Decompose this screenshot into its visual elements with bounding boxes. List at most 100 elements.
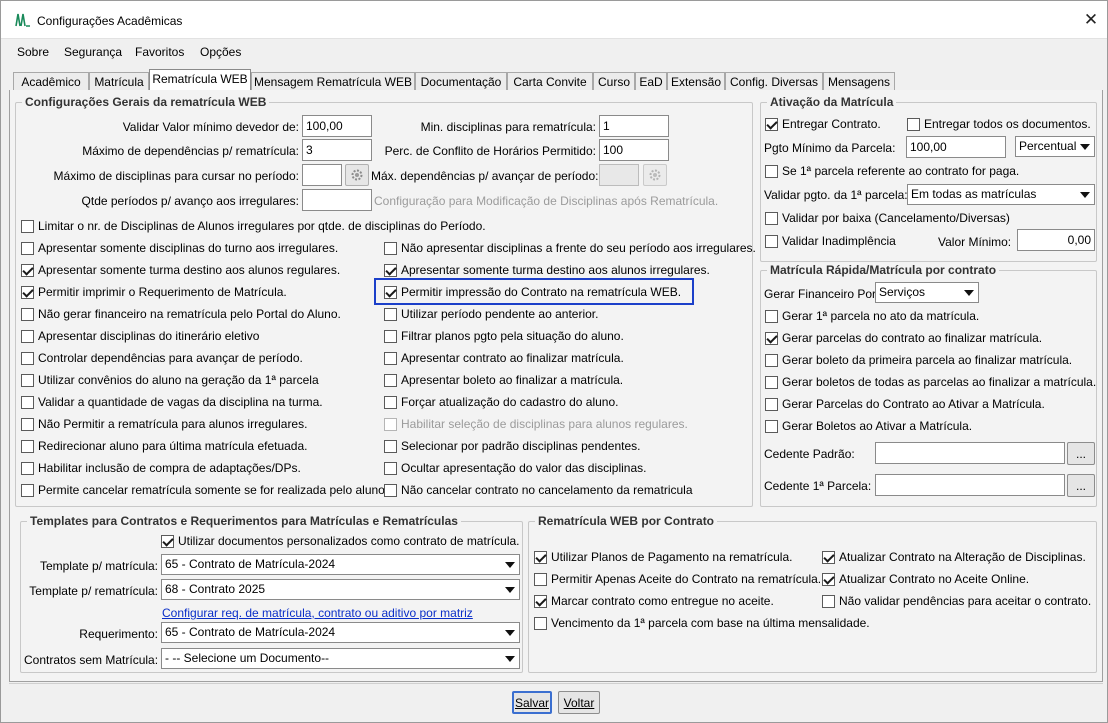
configure-matrix-link[interactable]: Configurar req. de matrícula, contrato o… bbox=[162, 606, 473, 620]
min-value-input[interactable]: 0,00 bbox=[1017, 229, 1095, 251]
menu-favoritos[interactable]: Favoritos bbox=[135, 45, 184, 59]
min-debt-input[interactable]: 100,00 bbox=[302, 115, 372, 137]
qtde-periods-input[interactable] bbox=[302, 189, 372, 211]
footer-bar: Salvar Voltar bbox=[9, 683, 1103, 719]
min-payment-label: Pgto Mínimo da Parcela: bbox=[764, 141, 896, 155]
default-assignor-input[interactable] bbox=[875, 442, 1065, 464]
settings-window: Configurações Acadêmicas ✕ Sobre Seguran… bbox=[0, 0, 1108, 723]
checkbox-box bbox=[21, 264, 34, 277]
checkbox-box bbox=[21, 308, 34, 321]
discipline-modification-label: Configuração para Modificação de Discipl… bbox=[374, 194, 719, 208]
checkbox-box bbox=[384, 440, 397, 453]
first-installment-assignor-input[interactable] bbox=[875, 474, 1065, 496]
select-value: 65 - Contrato de Matrícula-2024 bbox=[165, 557, 336, 571]
title-bar: Configurações Acadêmicas ✕ bbox=[1, 1, 1107, 39]
tab-mensagens[interactable]: Mensagens bbox=[823, 72, 895, 91]
tab-mensagem-rematricula[interactable]: Mensagem Rematrícula WEB bbox=[251, 72, 415, 91]
checkbox-box bbox=[21, 330, 34, 343]
menu-sobre[interactable]: Sobre bbox=[17, 45, 49, 59]
chevron-down-icon bbox=[505, 562, 515, 568]
checkbox-label: Validar Inadimplência bbox=[782, 234, 896, 248]
first-installment-assignor-browse-button[interactable]: ... bbox=[1067, 474, 1095, 497]
checkbox-box bbox=[21, 418, 34, 431]
tab-config-diversas[interactable]: Config. Diversas bbox=[725, 72, 823, 91]
checkbox-label: Gerar boleto da primeira parcela ao fina… bbox=[782, 353, 1073, 367]
checkbox-label: Permite cancelar rematrícula somente se … bbox=[38, 483, 389, 497]
checkbox-box bbox=[822, 595, 835, 608]
max-disciplines-input[interactable] bbox=[302, 164, 342, 186]
checkbox-label: Ocultar apresentação do valor das discip… bbox=[401, 461, 647, 475]
checkbox-box bbox=[21, 242, 34, 255]
quick-enrollment-legend: Matrícula Rápida/Matrícula por contrato bbox=[767, 263, 1000, 277]
checkbox-label: Redirecionar aluno para última matrícula… bbox=[38, 439, 308, 453]
templates-group: Templates para Contratos e Requerimentos… bbox=[20, 514, 523, 673]
checkbox-label: Permitir Apenas Aceite do Contrato na re… bbox=[551, 572, 822, 586]
checkbox-box bbox=[21, 220, 34, 233]
enrollment-template-label: Template p/ matrícula: bbox=[39, 559, 158, 573]
tab-rematricula-web[interactable]: Rematrícula WEB bbox=[149, 69, 251, 92]
checkbox-box bbox=[21, 484, 34, 497]
checkbox-label: Habilitar inclusão de compra de adaptaçõ… bbox=[38, 461, 301, 475]
tab-panel: Configurações Gerais da rematrícula WEB … bbox=[9, 90, 1103, 682]
tab-academico[interactable]: Acadêmico bbox=[13, 72, 89, 91]
back-button[interactable]: Voltar bbox=[558, 691, 600, 714]
generate-financial-select[interactable]: Serviços bbox=[875, 282, 979, 303]
checkbox-label: Não apresentar disciplinas a frente do s… bbox=[401, 241, 756, 255]
checkbox-label: Forçar atualização do cadastro do aluno. bbox=[401, 395, 619, 409]
select-value: Percentual bbox=[1019, 139, 1077, 153]
checkbox-box bbox=[822, 573, 835, 586]
save-button-label: Salvar bbox=[514, 696, 549, 710]
checkbox-label: Não validar pendências para aceitar o co… bbox=[839, 594, 1092, 608]
checkbox-box bbox=[765, 332, 778, 345]
checkbox-box bbox=[384, 330, 397, 343]
tab-documentacao[interactable]: Documentação bbox=[415, 72, 507, 91]
checkbox-box bbox=[21, 396, 34, 409]
max-dependencies-label: Máximo de dependências p/ rematrícula: bbox=[82, 144, 299, 158]
default-assignor-label: Cedente Padrão: bbox=[764, 447, 855, 461]
contracts-without-enrollment-select[interactable]: - -- Selecione um Documento-- bbox=[161, 648, 520, 669]
checkbox-label: Atualizar Contrato no Aceite Online. bbox=[839, 572, 1030, 586]
checkbox-box bbox=[384, 264, 397, 277]
checkbox-label: Selecionar por padrão disciplinas penden… bbox=[401, 439, 641, 453]
tab-curso[interactable]: Curso bbox=[593, 72, 635, 91]
min-disciplines-label: Min. disciplinas para rematrícula: bbox=[420, 120, 596, 134]
checkbox-label: Se 1ª parcela referente ao contrato for … bbox=[782, 164, 1020, 178]
reenrollment-template-select[interactable]: 68 - Contrato 2025 bbox=[161, 579, 520, 600]
max-disciplines-label: Máximo de disciplinas para cursar no per… bbox=[53, 169, 299, 183]
general-settings-legend: Configurações Gerais da rematrícula WEB bbox=[22, 95, 270, 109]
checkbox-box bbox=[907, 118, 920, 131]
back-button-label: Voltar bbox=[563, 696, 595, 710]
checkbox-box bbox=[765, 235, 778, 248]
tab-extensao[interactable]: Extensão bbox=[667, 72, 725, 91]
min-disciplines-input[interactable]: 1 bbox=[599, 115, 669, 137]
default-assignor-browse-button[interactable]: ... bbox=[1067, 442, 1095, 465]
menu-seguranca[interactable]: Segurança bbox=[64, 45, 122, 59]
save-button[interactable]: Salvar bbox=[512, 691, 552, 714]
close-icon[interactable]: ✕ bbox=[1081, 9, 1101, 31]
checkbox-box bbox=[384, 242, 397, 255]
payment-type-select[interactable]: Percentual bbox=[1015, 136, 1095, 157]
checkbox-label: Utilizar convênios do aluno na geração d… bbox=[38, 373, 319, 387]
checkbox-box bbox=[384, 374, 397, 387]
requirement-select[interactable]: 65 - Contrato de Matrícula-2024 bbox=[161, 622, 520, 643]
settings-gear-icon-disabled bbox=[643, 164, 667, 186]
checkbox-box bbox=[21, 462, 34, 475]
schedule-conflict-input[interactable]: 100 bbox=[599, 139, 669, 161]
validate-payment-select[interactable]: Em todas as matrículas bbox=[907, 184, 1095, 205]
max-dependencies-input[interactable]: 3 bbox=[302, 139, 372, 161]
menu-opcoes[interactable]: Opções bbox=[200, 45, 241, 59]
checkbox-box bbox=[21, 440, 34, 453]
tab-carta-convite[interactable]: Carta Convite bbox=[507, 72, 593, 91]
enrollment-template-select[interactable]: 65 - Contrato de Matrícula-2024 bbox=[161, 554, 520, 575]
checkbox-label: Apresentar disciplinas do itinerário ele… bbox=[38, 329, 260, 343]
settings-gear-icon[interactable] bbox=[345, 164, 369, 186]
max-dep-advance-input bbox=[599, 164, 639, 186]
min-payment-input[interactable]: 100,00 bbox=[906, 136, 1006, 158]
tab-ead[interactable]: EaD bbox=[635, 72, 667, 91]
validate-payment-label: Validar pgto. da 1ª parcela: bbox=[764, 188, 908, 202]
tab-matricula[interactable]: Matrícula bbox=[89, 72, 149, 91]
checkbox-box bbox=[765, 354, 778, 367]
checkbox-label: Validar por baixa (Cancelamento/Diversas… bbox=[782, 211, 1010, 225]
tab-strip: Acadêmico Matrícula Rematrícula WEB Mens… bbox=[9, 69, 1103, 92]
checkbox-box bbox=[765, 420, 778, 433]
